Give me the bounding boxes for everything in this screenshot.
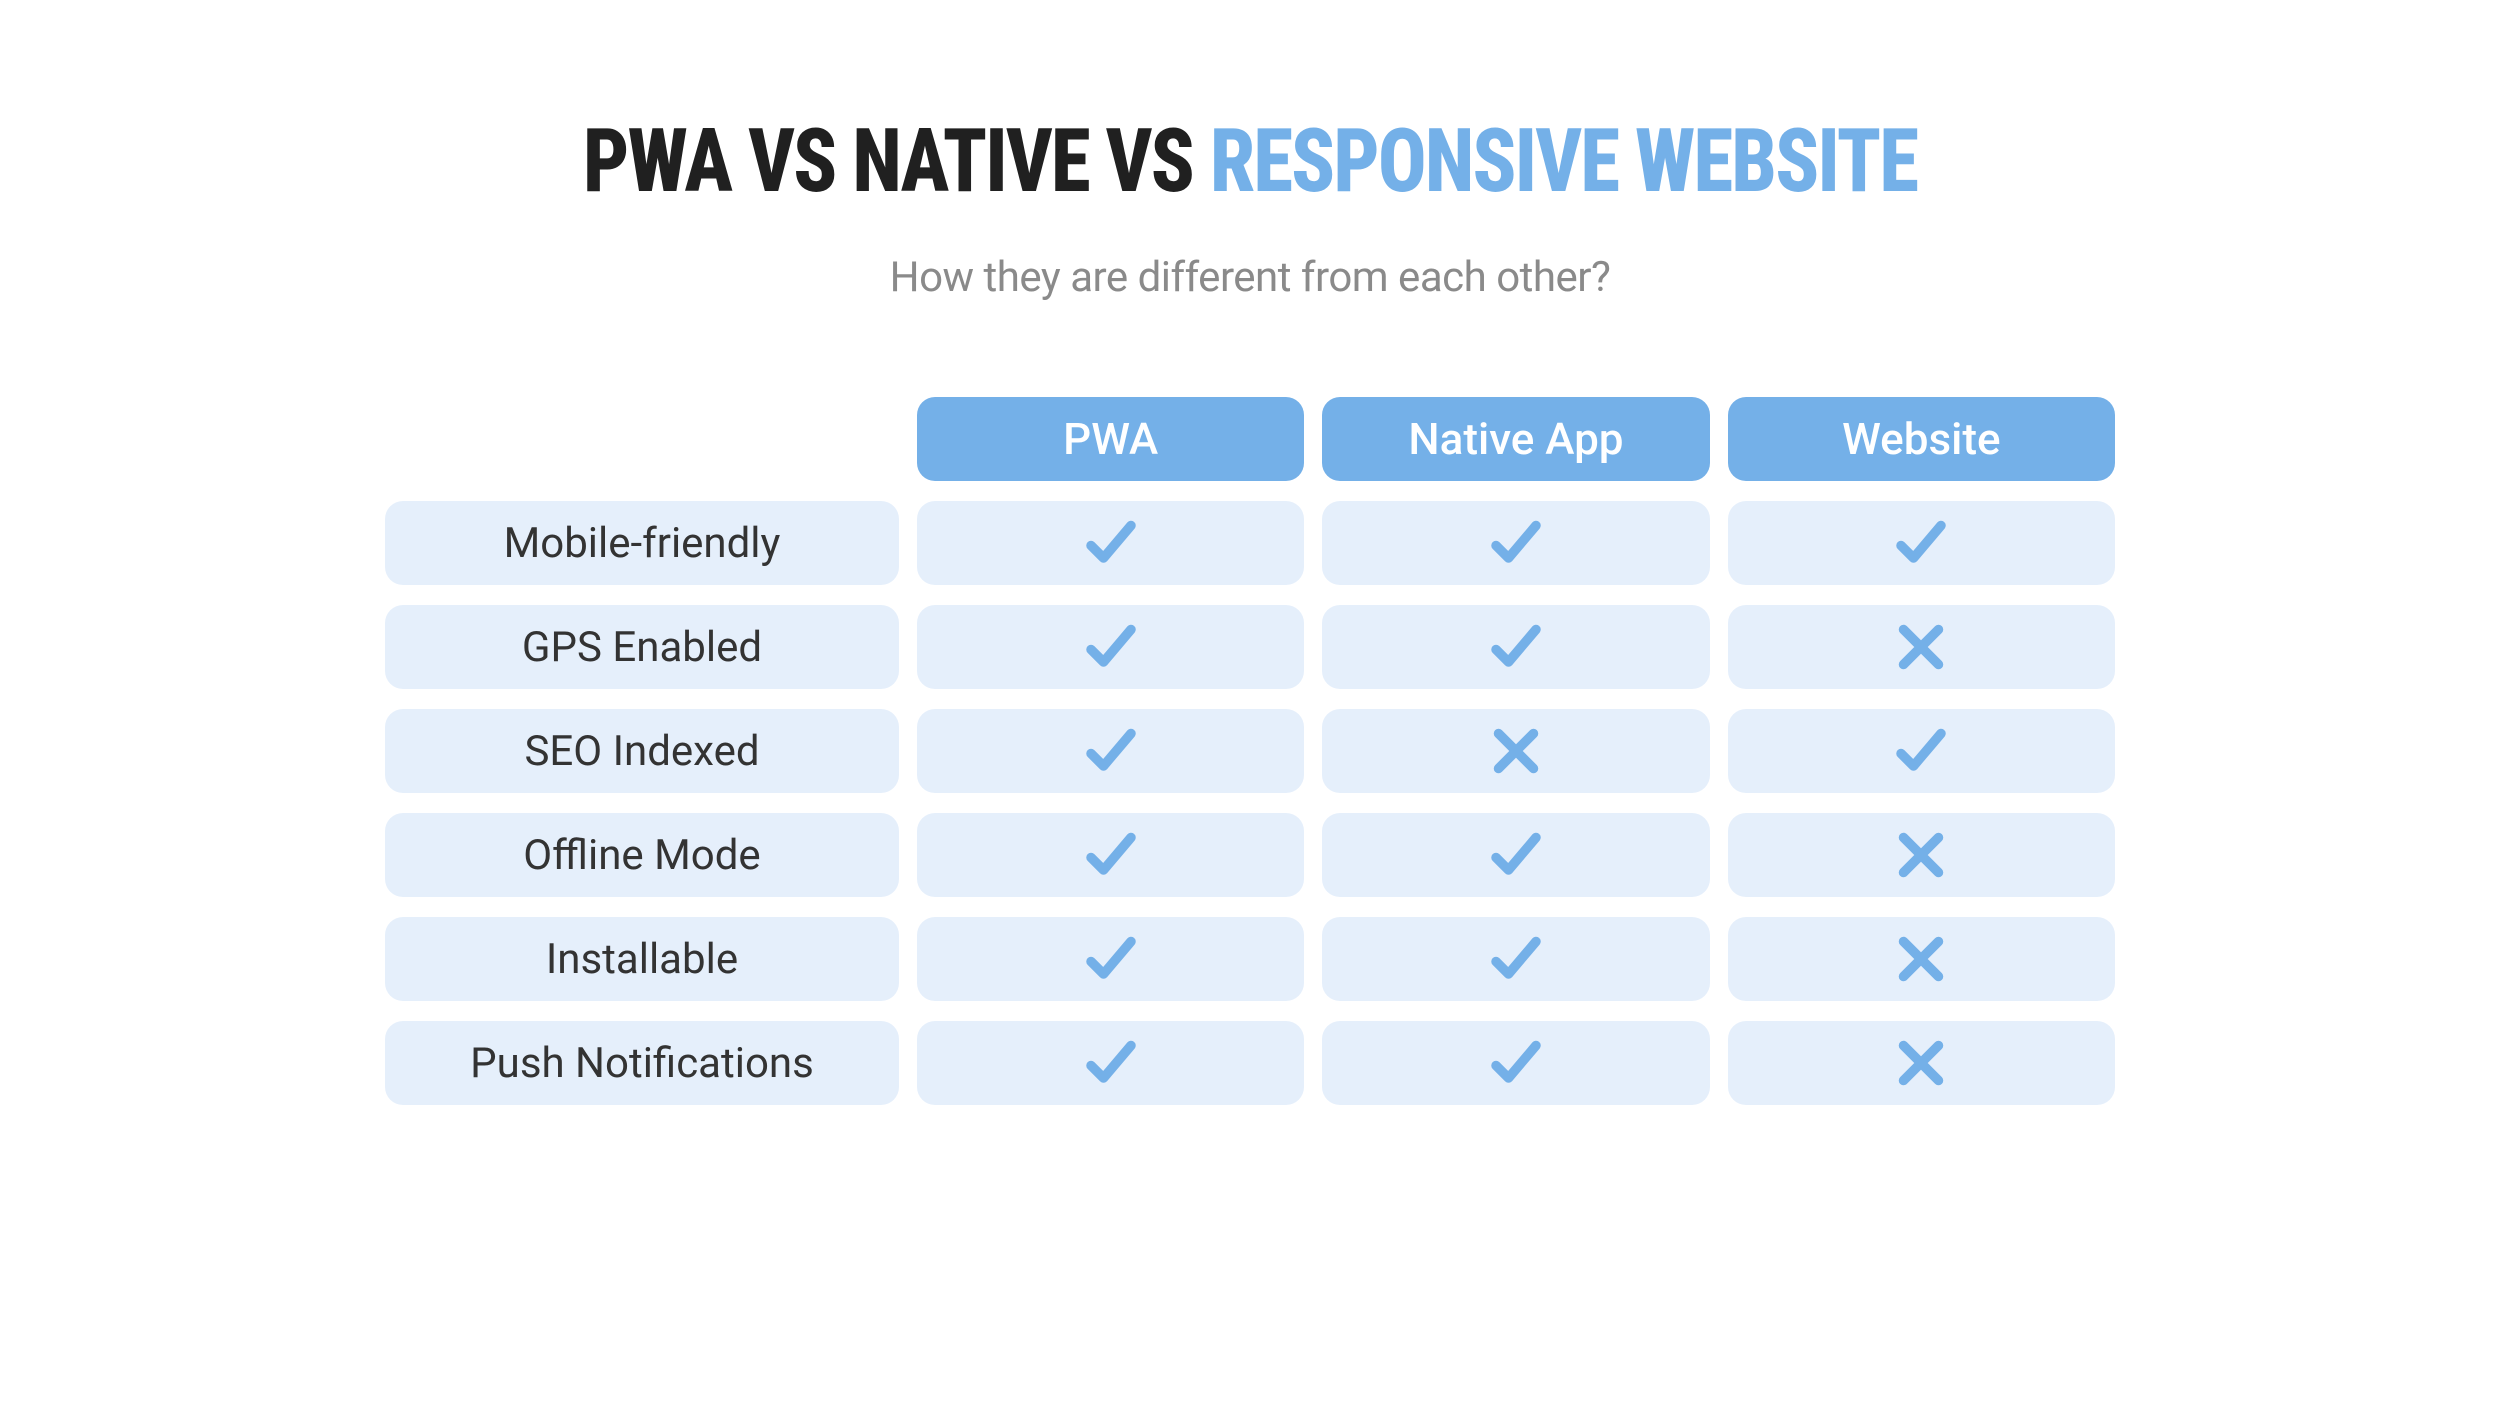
check-icon [1728,709,2115,793]
check-icon [917,501,1304,585]
check-icon [1322,501,1709,585]
table-row: Mobile-friendly [385,501,2115,585]
column-header: Native App [1322,397,1709,481]
cross-icon [1728,1021,2115,1105]
table-header-row: PWANative AppWebsite [385,397,2115,481]
check-icon [1728,501,2115,585]
check-icon [1322,605,1709,689]
check-icon [917,709,1304,793]
check-icon [917,1021,1304,1105]
cross-icon [1728,605,2115,689]
feature-label: GPS Enabled [385,605,899,689]
check-icon [917,605,1304,689]
feature-label: Installable [385,917,899,1001]
check-icon [917,917,1304,1001]
page-subtitle: How they are different from each other? [890,253,1611,302]
feature-label: Offline Mode [385,813,899,897]
column-header: PWA [917,397,1304,481]
check-icon [1322,813,1709,897]
column-header: Website [1728,397,2115,481]
check-icon [1322,1021,1709,1105]
title-dark: PWA VS NATIVE VS [583,110,1210,213]
feature-label: SEO Indexed [385,709,899,793]
page-title: PWA VS NATIVE VS RESPONSIVE WEBSITE [583,110,1917,213]
table-row: Push Notifications [385,1021,2115,1105]
feature-label: Push Notifications [385,1021,899,1105]
title-accent: RESPONSIVE WEBSITE [1210,110,1917,213]
check-icon [917,813,1304,897]
cross-icon [1322,709,1709,793]
check-icon [1322,917,1709,1001]
table-row: GPS Enabled [385,605,2115,689]
comparison-table: PWANative AppWebsite Mobile-friendly GPS … [385,397,2115,1125]
table-row: SEO Indexed [385,709,2115,793]
cross-icon [1728,813,2115,897]
table-row: Installable [385,917,2115,1001]
cross-icon [1728,917,2115,1001]
feature-label: Mobile-friendly [385,501,899,585]
table-row: Offline Mode [385,813,2115,897]
header-spacer [385,397,899,481]
